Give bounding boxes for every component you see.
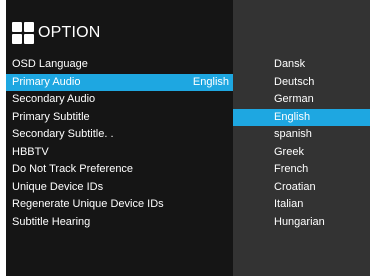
- menu-item-label: Secondary Subtitle. .: [12, 128, 114, 140]
- language-list: Dansk Deutsch German English spanish Gre…: [233, 56, 370, 231]
- language-option-english[interactable]: English: [233, 108, 370, 126]
- grid-icon-cell: [24, 22, 34, 32]
- menu-item-primary-audio[interactable]: Primary Audio English: [6, 73, 233, 91]
- menu-item-subtitle-hearing[interactable]: Subtitle Hearing: [6, 214, 233, 232]
- menu-item-osd-language[interactable]: OSD Language: [6, 56, 233, 74]
- language-option-spanish[interactable]: spanish: [233, 126, 370, 144]
- menu-item-label: HBBTV: [12, 145, 49, 158]
- option-menu-list: OSD Language Primary Audio English Secon…: [6, 56, 233, 231]
- language-option-french[interactable]: French: [233, 161, 370, 179]
- menu-item-label: Secondary Audio: [12, 93, 96, 105]
- menu-item-unique-device-ids[interactable]: Unique Device IDs: [6, 179, 233, 197]
- tv-option-screen: OPTION OSD Language Primary Audio Englis…: [6, 0, 370, 276]
- menu-item-hbbtv[interactable]: HBBTV: [6, 144, 233, 162]
- language-option-croatian[interactable]: Croatian: [233, 179, 370, 197]
- menu-item-do-not-track[interactable]: Do Not Track Preference: [6, 161, 233, 179]
- menu-item-label: OSD Language: [12, 58, 88, 70]
- menu-item-label: Regenerate Unique Device IDs: [12, 198, 164, 210]
- grid-icon-cell: [12, 22, 22, 32]
- page-title: OPTION: [38, 24, 101, 41]
- menu-item-secondary-audio[interactable]: Secondary Audio: [6, 91, 233, 109]
- menu-item-value: English: [192, 75, 229, 88]
- grid-icon: [12, 22, 34, 44]
- menu-item-label: Unique Device IDs: [12, 180, 104, 193]
- grid-icon-cell: [12, 34, 22, 44]
- menu-item-label: Primary Audio: [12, 75, 81, 88]
- menu-item-label: Do Not Track Preference: [12, 163, 134, 175]
- menu-item-primary-subtitle[interactable]: Primary Subtitle: [6, 109, 233, 127]
- option-menu-panel: OPTION OSD Language Primary Audio Englis…: [6, 0, 233, 276]
- language-submenu-panel: Dansk Deutsch German English spanish Gre…: [233, 0, 370, 276]
- menu-item-label: Subtitle Hearing: [12, 215, 91, 228]
- language-option-greek[interactable]: Greek: [233, 144, 370, 162]
- language-option-dansk[interactable]: Dansk: [233, 56, 370, 74]
- grid-icon-cell: [24, 34, 34, 44]
- language-option-italian[interactable]: Italian: [233, 196, 370, 214]
- option-header: OPTION: [12, 20, 101, 46]
- menu-item-label: Primary Subtitle: [12, 110, 90, 123]
- menu-item-secondary-subtitle[interactable]: Secondary Subtitle. .: [6, 126, 233, 144]
- language-option-german[interactable]: German: [233, 91, 370, 109]
- language-option-deutsch[interactable]: Deutsch: [233, 74, 370, 92]
- language-option-hungarian[interactable]: Hungarian: [233, 214, 370, 232]
- menu-item-regenerate-device-ids[interactable]: Regenerate Unique Device IDs: [6, 196, 233, 214]
